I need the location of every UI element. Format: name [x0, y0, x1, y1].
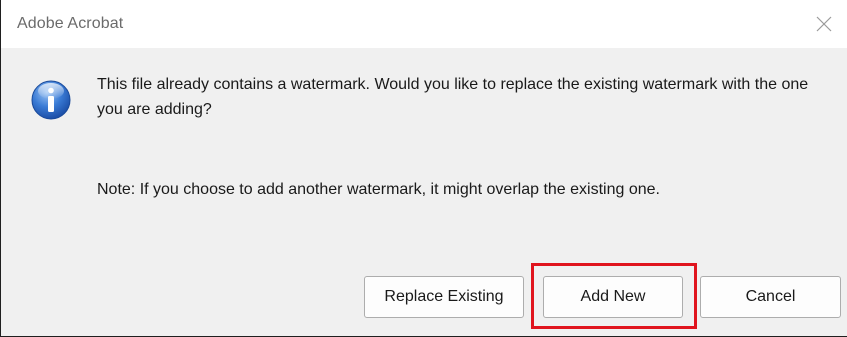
window-title: Adobe Acrobat: [17, 15, 124, 32]
close-x-icon: [816, 16, 832, 32]
replace-existing-button[interactable]: Replace Existing: [364, 276, 524, 318]
dialog-window: Adobe Acrobat This file already contains…: [0, 0, 847, 337]
title-bar: Adobe Acrobat: [1, 0, 847, 48]
info-icon: [31, 80, 71, 120]
add-new-button[interactable]: Add New: [543, 276, 683, 318]
close-button[interactable]: [801, 0, 847, 48]
cancel-button[interactable]: Cancel: [700, 276, 841, 318]
dialog-message: This file already contains a watermark. …: [97, 76, 809, 118]
dialog-note: Note: If you choose to add another water…: [97, 181, 660, 198]
